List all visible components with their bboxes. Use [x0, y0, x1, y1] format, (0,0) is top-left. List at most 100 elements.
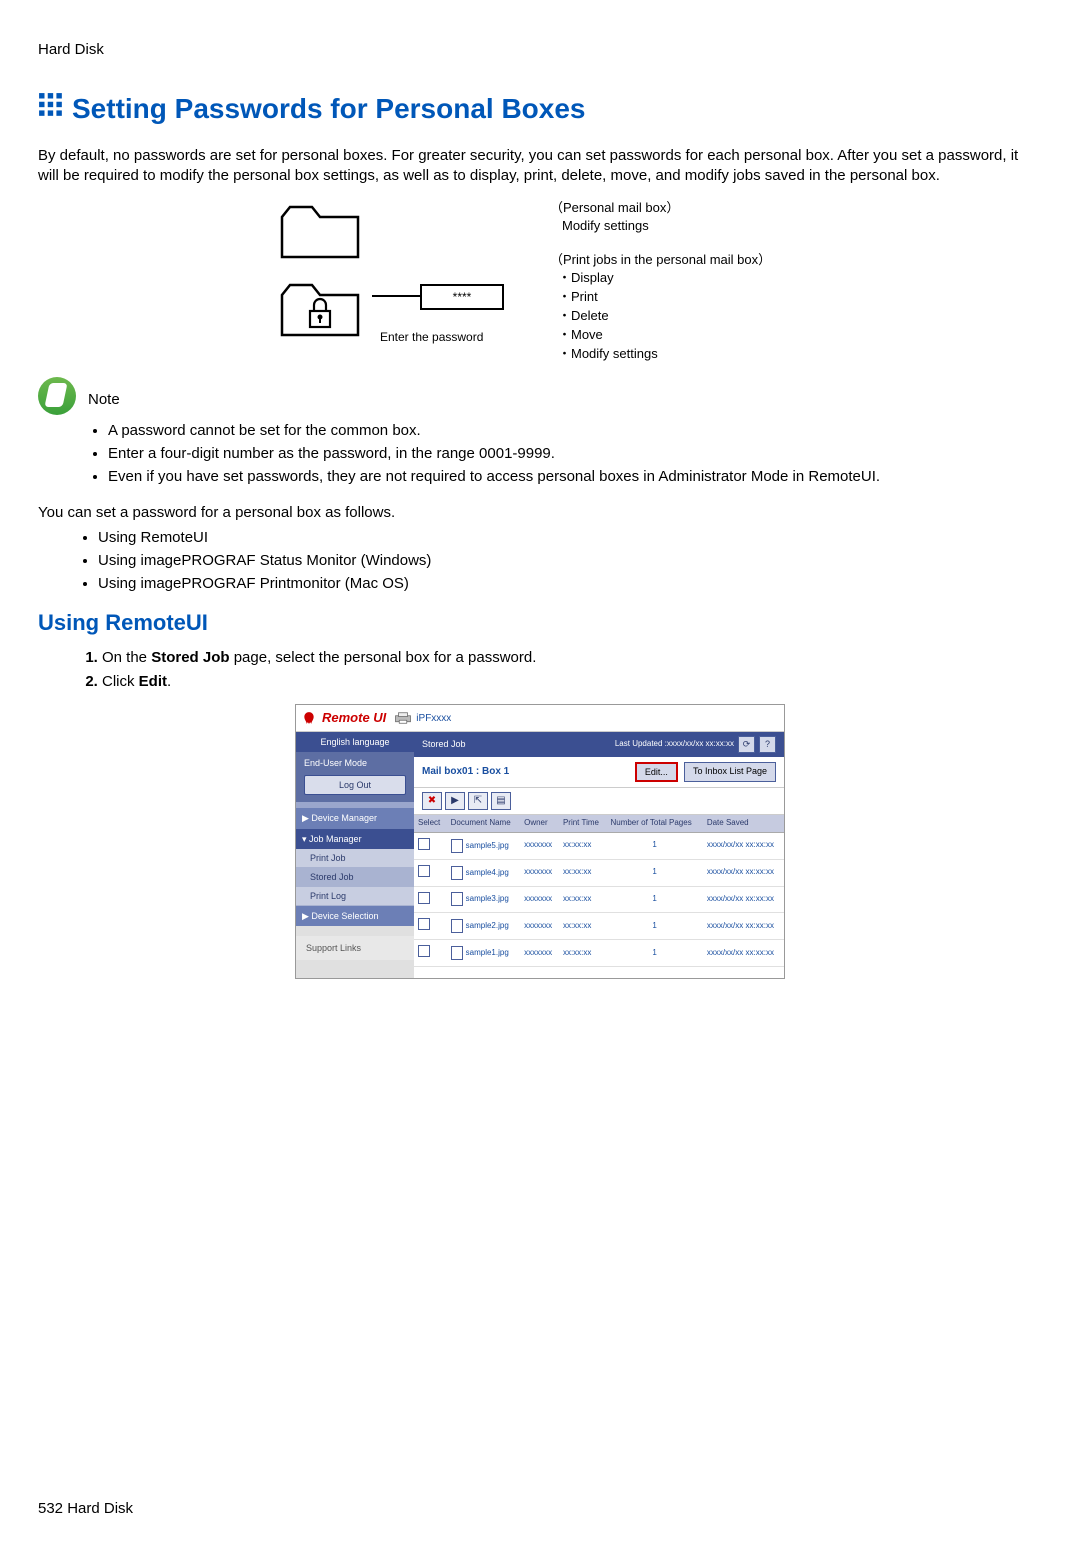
col-select: Select	[414, 815, 447, 832]
table-row: sample4.jpg xxxxxxxxx:xx:xx1xxxx/xx/xx xx…	[414, 859, 784, 886]
document-icon	[451, 919, 463, 933]
col-docname: Document Name	[447, 815, 520, 832]
tool-doc-icon[interactable]: ▤	[491, 792, 511, 810]
cell-pages: 1	[606, 940, 702, 967]
sidebar-cat-device-selection[interactable]: ▶ Device Selection	[296, 906, 414, 926]
col-print-time: Print Time	[559, 815, 607, 832]
inbox-list-button[interactable]: To Inbox List Page	[684, 762, 776, 782]
col-date-saved: Date Saved	[703, 815, 784, 832]
cell-pages: 1	[606, 913, 702, 940]
title-text: Setting Passwords for Personal Boxes	[72, 90, 586, 128]
folder-icon-closed	[280, 199, 366, 263]
cell-time: xx:xx:xx	[559, 940, 607, 967]
cell-owner: xxxxxxx	[520, 832, 559, 859]
row-checkbox[interactable]	[418, 945, 430, 957]
cell-time: xx:xx:xx	[559, 859, 607, 886]
job-table: Select Document Name Owner Print Time Nu…	[414, 815, 784, 967]
cell-owner: xxxxxxx	[520, 886, 559, 913]
row-checkbox[interactable]	[418, 865, 430, 877]
method-list: Using RemoteUI Using imagePROGRAF Status…	[80, 528, 1042, 595]
mode-label: End-User Mode	[298, 754, 412, 772]
note-item: Enter a four-digit number as the passwor…	[108, 444, 1042, 464]
note-label: Note	[88, 390, 120, 410]
edit-button[interactable]: Edit...	[635, 762, 678, 782]
sidebar-item-print-log[interactable]: Print Log	[296, 887, 414, 906]
method-item: Using imagePROGRAF Printmonitor (Mac OS)	[98, 574, 1042, 594]
col-total-pages: Number of Total Pages	[606, 815, 702, 832]
brand-logo: Remote UI	[302, 709, 386, 727]
step-item: Click Edit.	[102, 672, 1042, 692]
table-row: sample5.jpg xxxxxxxxx:xx:xx1xxxx/xx/xx xx…	[414, 832, 784, 859]
method-item: Using imagePROGRAF Status Monitor (Windo…	[98, 551, 1042, 571]
doc-name-link[interactable]: sample4.jpg	[466, 868, 509, 877]
sidebar-item-print-job[interactable]: Print Job	[296, 849, 414, 868]
followup-paragraph: You can set a password for a personal bo…	[38, 503, 1042, 523]
doc-name-link[interactable]: sample3.jpg	[466, 895, 509, 904]
printer-name: iPFxxxx	[394, 711, 451, 725]
cell-owner: xxxxxxx	[520, 940, 559, 967]
table-row: sample1.jpg xxxxxxxxx:xx:xx1xxxx/xx/xx xx…	[414, 940, 784, 967]
note-item: A password cannot be set for the common …	[108, 421, 1042, 441]
cell-date: xxxx/xx/xx xx:xx:xx	[703, 940, 784, 967]
cell-date: xxxx/xx/xx xx:xx:xx	[703, 913, 784, 940]
cell-date: xxxx/xx/xx xx:xx:xx	[703, 886, 784, 913]
steps-list: On the Stored Job page, select the perso…	[82, 648, 1042, 693]
note-icon	[38, 377, 76, 415]
language-selector[interactable]: English language	[296, 732, 414, 752]
method-item: Using RemoteUI	[98, 528, 1042, 548]
password-field-illustration: ****	[420, 284, 504, 310]
row-checkbox[interactable]	[418, 918, 430, 930]
tool-play-icon[interactable]: ▶	[445, 792, 465, 810]
note-item: Even if you have set passwords, they are…	[108, 467, 1042, 487]
diagram: **** Enter the password （Personal mail b…	[38, 199, 1042, 359]
cell-pages: 1	[606, 859, 702, 886]
table-row: sample3.jpg xxxxxxxxx:xx:xx1xxxx/xx/xx xx…	[414, 886, 784, 913]
main-heading: Stored Job	[422, 738, 466, 750]
tool-delete-icon[interactable]: ✖	[422, 792, 442, 810]
section-heading: Using RemoteUI	[38, 608, 1042, 638]
logout-button[interactable]: Log Out	[304, 775, 406, 795]
doc-name-link[interactable]: sample1.jpg	[466, 948, 509, 957]
page-header: Hard Disk	[38, 40, 1042, 60]
doc-name-link[interactable]: sample2.jpg	[466, 921, 509, 930]
cell-owner: xxxxxxx	[520, 859, 559, 886]
password-label: Enter the password	[380, 329, 483, 345]
document-icon	[451, 946, 463, 960]
document-icon	[451, 839, 463, 853]
refresh-icon[interactable]: ⟳	[738, 736, 755, 753]
grid-icon	[38, 90, 64, 128]
tool-move-icon[interactable]: ⇱	[468, 792, 488, 810]
cell-time: xx:xx:xx	[559, 886, 607, 913]
step-item: On the Stored Job page, select the perso…	[102, 648, 1042, 668]
remote-ui-screenshot: Remote UI iPFxxxx English language End-U…	[295, 704, 785, 979]
toolbar: ✖ ▶ ⇱ ▤	[414, 788, 784, 815]
folder-icon-locked	[280, 277, 366, 341]
diagram-caption-bottom: （Print jobs in the personal mail box） ・D…	[550, 251, 771, 364]
row-checkbox[interactable]	[418, 892, 430, 904]
cell-date: xxxx/xx/xx xx:xx:xx	[703, 832, 784, 859]
last-updated: Last Updated :xxxx/xx/xx xx:xx:xx	[615, 739, 734, 750]
doc-name-link[interactable]: sample5.jpg	[466, 841, 509, 850]
page-title: Setting Passwords for Personal Boxes	[38, 90, 1042, 128]
sidebar-item-stored-job[interactable]: Stored Job	[296, 868, 414, 887]
sidebar-support-links[interactable]: Support Links	[296, 936, 414, 960]
row-checkbox[interactable]	[418, 838, 430, 850]
cell-owner: xxxxxxx	[520, 913, 559, 940]
document-icon	[451, 892, 463, 906]
page-footer: 532 Hard Disk	[38, 1499, 1042, 1519]
note-list: A password cannot be set for the common …	[90, 421, 1042, 488]
col-owner: Owner	[520, 815, 559, 832]
sidebar-cat-job-manager[interactable]: ▾ Job Manager	[296, 829, 414, 849]
document-icon	[451, 866, 463, 880]
cell-time: xx:xx:xx	[559, 832, 607, 859]
sidebar: English language End-User Mode Log Out ▶…	[296, 732, 414, 978]
cell-date: xxxx/xx/xx xx:xx:xx	[703, 859, 784, 886]
cell-time: xx:xx:xx	[559, 913, 607, 940]
cell-pages: 1	[606, 886, 702, 913]
cell-pages: 1	[606, 832, 702, 859]
sidebar-cat-device-manager[interactable]: ▶ Device Manager	[296, 808, 414, 828]
intro-paragraph: By default, no passwords are set for per…	[38, 146, 1042, 187]
help-icon[interactable]: ?	[759, 736, 776, 753]
box-title: Mail box01 : Box 1	[422, 765, 509, 779]
table-row: sample2.jpg xxxxxxxxx:xx:xx1xxxx/xx/xx xx…	[414, 913, 784, 940]
